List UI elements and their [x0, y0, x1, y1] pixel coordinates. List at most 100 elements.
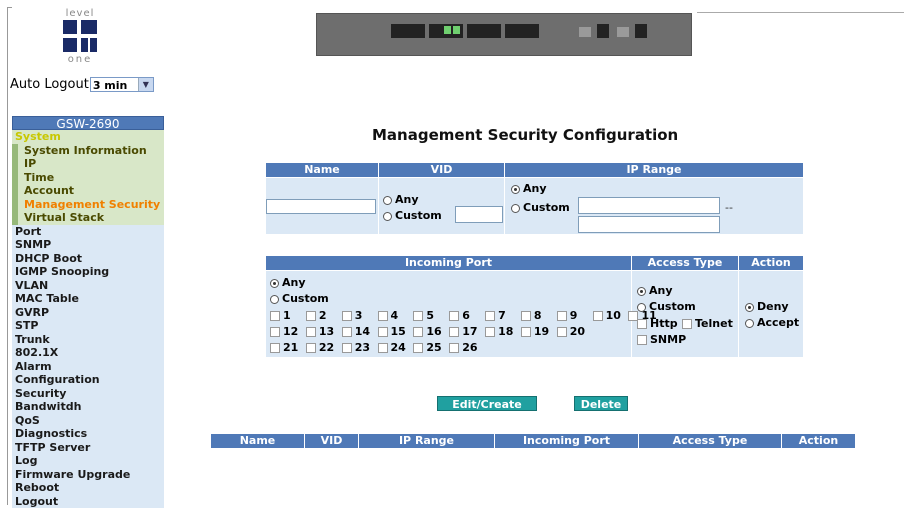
vid-input[interactable] — [455, 206, 503, 223]
port-19-checkbox[interactable] — [520, 327, 531, 337]
vid-any-option[interactable]: Any — [383, 193, 419, 206]
port-14-checkbox[interactable] — [341, 327, 352, 337]
port-12-checkbox[interactable] — [270, 327, 280, 337]
port-10-checkbox[interactable] — [592, 311, 603, 321]
vid-custom-option[interactable]: Custom — [383, 209, 442, 222]
port-9-checkbox[interactable] — [556, 311, 567, 321]
port-any-radio[interactable] — [270, 278, 279, 288]
access-any-option[interactable]: Any — [637, 284, 673, 297]
port-26-checkbox[interactable] — [449, 343, 460, 353]
sidebar-item-virtual-stack[interactable]: Virtual Stack — [12, 211, 164, 225]
port-7-checkbox[interactable] — [485, 311, 496, 321]
access-telnet-option[interactable]: Telnet — [682, 317, 733, 330]
sidebar-item-firmware-upgrade[interactable]: Firmware Upgrade — [12, 467, 164, 481]
port-16-checkbox[interactable] — [413, 327, 424, 337]
access-http-option[interactable]: Http — [637, 317, 678, 330]
port-23-checkbox[interactable] — [341, 343, 352, 353]
edit-create-button[interactable]: Edit/Create — [437, 396, 537, 411]
access-any-label: Any — [649, 284, 673, 297]
port-14-label: 14 — [354, 325, 370, 338]
port-4-checkbox[interactable] — [377, 311, 388, 321]
port-22-checkbox[interactable] — [305, 343, 316, 353]
port-5-label: 5 — [426, 309, 435, 322]
auto-logout-select[interactable]: 3 min ▼ — [89, 77, 154, 92]
port-15-checkbox[interactable] — [377, 327, 388, 337]
access-custom-option[interactable]: Custom — [637, 300, 696, 313]
sidebar-item-logout[interactable]: Logout — [12, 494, 164, 508]
ip-end-input[interactable] — [578, 216, 720, 233]
logo-bottom-text: one — [67, 54, 93, 65]
port-18-checkbox[interactable] — [485, 327, 496, 337]
chevron-down-icon[interactable]: ▼ — [137, 78, 153, 91]
ip-start-input[interactable] — [578, 197, 720, 214]
logo-mark-icon — [63, 20, 97, 52]
port-26-label: 26 — [462, 341, 478, 354]
port-13-label: 13 — [318, 325, 335, 338]
port-24-checkbox[interactable] — [377, 343, 388, 353]
port-any-label: Any — [282, 276, 306, 289]
sidebar-item-system[interactable]: System — [12, 130, 164, 144]
port-2-checkbox[interactable] — [305, 311, 316, 321]
access-snmp-checkbox[interactable] — [637, 335, 647, 345]
sidebar-item-security[interactable]: Security — [12, 386, 164, 400]
sidebar-item-system-information[interactable]: System Information — [12, 143, 164, 157]
sidebar-item-dhcp-boot[interactable]: DHCP Boot — [12, 251, 164, 265]
port-8-checkbox[interactable] — [520, 311, 531, 321]
sidebar-item-management-security[interactable]: Management Security — [12, 197, 164, 211]
port-17-checkbox[interactable] — [449, 327, 460, 337]
action-accept-option[interactable]: Accept — [745, 316, 799, 329]
action-accept-radio[interactable] — [745, 318, 754, 328]
ip-any-option[interactable]: Any — [511, 182, 547, 195]
frame-border-left — [7, 7, 8, 505]
sidebar-item-alarm[interactable]: Alarm — [12, 359, 164, 373]
port-9-label: 9 — [569, 309, 578, 322]
sidebar-item-trunk[interactable]: Trunk — [12, 332, 164, 346]
sidebar-item-vlan[interactable]: VLAN — [12, 278, 164, 292]
action-deny-radio[interactable] — [745, 302, 754, 312]
sidebar-item-8021x[interactable]: 802.1X — [12, 346, 164, 360]
port-20-checkbox[interactable] — [556, 327, 567, 337]
port-25-checkbox[interactable] — [413, 343, 424, 353]
port-5-checkbox[interactable] — [413, 311, 424, 321]
sidebar-item-reboot[interactable]: Reboot — [12, 481, 164, 495]
ip-custom-radio[interactable] — [511, 203, 520, 213]
sidebar-item-snmp[interactable]: SNMP — [12, 238, 164, 252]
levelone-logo: level one — [56, 8, 104, 66]
port-6-checkbox[interactable] — [449, 311, 460, 321]
sidebar-item-igmp-snooping[interactable]: IGMP Snooping — [12, 265, 164, 279]
sidebar-item-diagnostics[interactable]: Diagnostics — [12, 427, 164, 441]
vid-any-radio[interactable] — [383, 195, 392, 205]
name-input[interactable] — [266, 199, 376, 214]
vid-custom-radio[interactable] — [383, 211, 392, 221]
sidebar-item-configuration[interactable]: Configuration — [12, 373, 164, 387]
access-custom-radio[interactable] — [637, 302, 646, 312]
access-snmp-option[interactable]: SNMP — [637, 333, 686, 346]
sidebar-item-ip[interactable]: IP — [12, 157, 164, 171]
action-deny-option[interactable]: Deny — [745, 300, 789, 313]
delete-button[interactable]: Delete — [574, 396, 628, 411]
sidebar-item-gvrp[interactable]: GVRP — [12, 305, 164, 319]
port-13-checkbox[interactable] — [305, 327, 316, 337]
sidebar-item-time[interactable]: Time — [12, 170, 164, 184]
sidebar-item-mac-table[interactable]: MAC Table — [12, 292, 164, 306]
port-3-checkbox[interactable] — [341, 311, 352, 321]
ip-any-radio[interactable] — [511, 184, 520, 194]
port-any-option[interactable]: Any — [270, 276, 306, 289]
port-custom-radio[interactable] — [270, 294, 279, 304]
ip-custom-option[interactable]: Custom — [511, 201, 570, 214]
sidebar-item-stp[interactable]: STP — [12, 319, 164, 333]
port-21-checkbox[interactable] — [270, 343, 280, 353]
access-any-radio[interactable] — [637, 286, 646, 296]
switch-front-panel-image — [316, 13, 692, 56]
sidebar-item-tftp-server[interactable]: TFTP Server — [12, 440, 164, 454]
sidebar-item-qos[interactable]: QoS — [12, 413, 164, 427]
port-custom-option[interactable]: Custom — [270, 292, 329, 305]
sidebar-item-port[interactable]: Port — [12, 224, 164, 238]
access-telnet-checkbox[interactable] — [682, 319, 692, 329]
access-http-checkbox[interactable] — [637, 319, 647, 329]
sidebar-item-account[interactable]: Account — [12, 184, 164, 198]
sidebar-item-log[interactable]: Log — [12, 454, 164, 468]
sidebar-item-bandwidth[interactable]: Bandwitdh — [12, 400, 164, 414]
port-1-checkbox[interactable] — [270, 311, 280, 321]
header-incoming-port: Incoming Port — [266, 256, 631, 270]
